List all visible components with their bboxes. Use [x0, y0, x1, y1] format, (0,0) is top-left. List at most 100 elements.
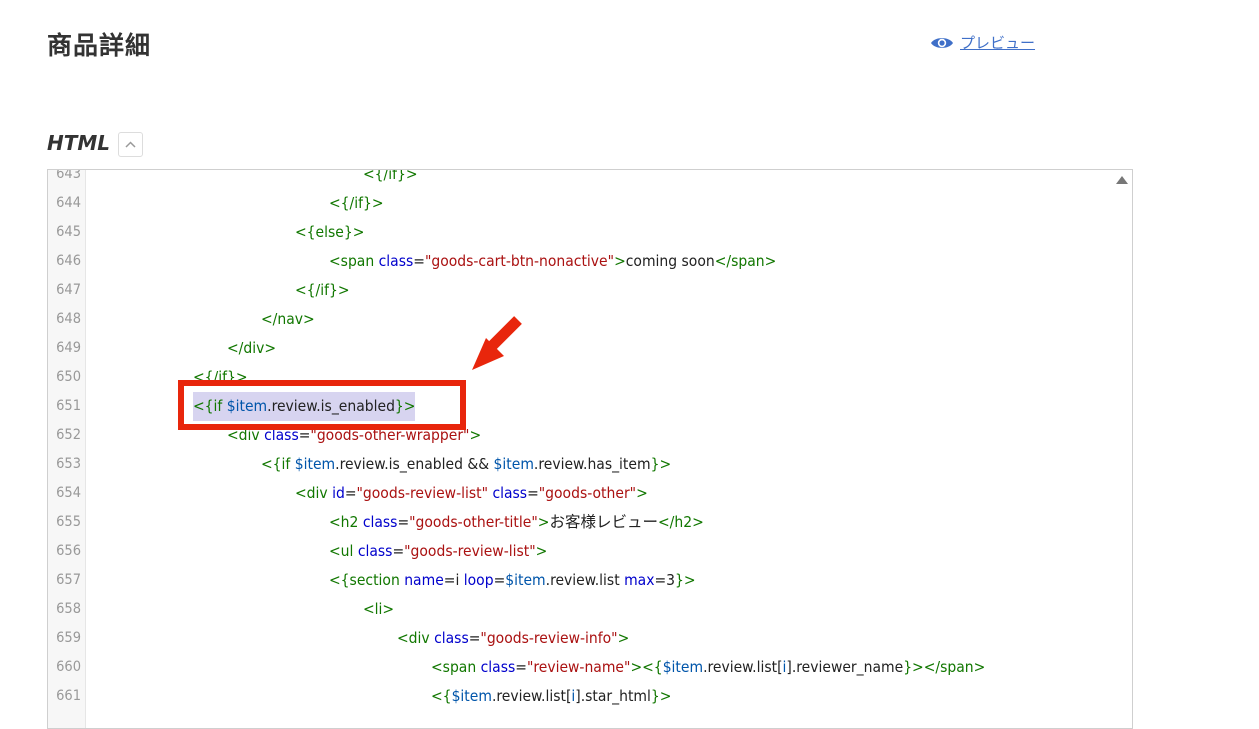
code-token: =	[468, 629, 481, 647]
code-line[interactable]: 656 <ul class="goods-review-list">	[48, 537, 1132, 566]
code-token: class	[434, 629, 469, 647]
code-token: loop	[463, 571, 494, 589]
code-editor[interactable]: 643 <{/if}> 644 <{/if}> 645 <{else}> 646 <span …	[47, 169, 1133, 729]
code-text: <{if $item.review.is_enabled}>	[193, 392, 416, 421]
line-number: 653	[56, 456, 81, 472]
code-token: $item	[226, 397, 268, 415]
code-text: <{/if}>	[363, 169, 418, 189]
section-label: HTML	[47, 131, 111, 155]
code-token: >	[535, 542, 548, 560]
code-token: max	[624, 571, 655, 589]
code-line[interactable]: 647 <{/if}>	[48, 276, 1132, 305]
code-token: id	[332, 484, 345, 502]
code-line[interactable]: 651 <{if $item.review.is_enabled}>	[48, 392, 1132, 421]
code-token: class	[357, 542, 393, 560]
code-token: class	[378, 252, 414, 270]
code-token: coming soon	[625, 252, 715, 270]
line-number: 651	[56, 398, 81, 414]
code-token: <{	[431, 687, 452, 705]
code-line[interactable]: 653 <{if $item.review.is_enabled && $item…	[48, 450, 1132, 479]
code-line[interactable]: 659 <div class="goods-review-info">	[48, 624, 1132, 653]
code-token: <ul	[329, 542, 358, 560]
code-line[interactable]: 655 <h2 class="goods-other-title">お客様レビュー…	[48, 508, 1132, 537]
code-token: =	[344, 484, 357, 502]
line-number: 660	[56, 659, 81, 675]
code-token: <{/if}>	[329, 194, 384, 212]
code-token: "goods-other"	[538, 484, 637, 502]
code-token: >	[537, 513, 550, 531]
code-line[interactable]: 643 <{/if}>	[48, 169, 1132, 189]
code-token: >	[617, 629, 630, 647]
code-token: class	[362, 513, 398, 531]
line-number: 657	[56, 572, 81, 588]
line-number: 652	[56, 427, 81, 443]
line-number: 648	[56, 311, 81, 327]
code-token: =	[527, 484, 539, 502]
code-token: class	[480, 658, 516, 676]
code-token: <h2	[329, 513, 363, 531]
code-token: >	[630, 658, 643, 676]
code-token: "goods-review-list"	[356, 484, 489, 502]
collapse-button[interactable]	[118, 132, 143, 157]
code-token: お客様レビュー	[549, 513, 658, 531]
scroll-up-arrow-icon[interactable]	[1116, 176, 1128, 184]
code-text: <{if $item.review.is_enabled && $item.re…	[261, 450, 671, 479]
preview-link[interactable]: プレビュー	[930, 32, 1035, 53]
code-token: </h2>	[657, 513, 704, 531]
line-number: 649	[56, 340, 81, 356]
code-token: }>	[675, 571, 696, 589]
code-line[interactable]: 654 <div id="goods-review-list" class="go…	[48, 479, 1132, 508]
code-line[interactable]: 657 <{section name=i loop=$item.review.li…	[48, 566, 1132, 595]
code-token: ].reviewer_name	[786, 658, 904, 676]
code-text: <{/if}>	[193, 363, 248, 392]
code-text: <div class="goods-other-wrapper">	[227, 421, 481, 450]
code-token: =	[493, 571, 506, 589]
code-line[interactable]: 650 <{/if}>	[48, 363, 1132, 392]
code-line[interactable]: 652 <div class="goods-other-wrapper">	[48, 421, 1132, 450]
code-token: <{if	[261, 455, 295, 473]
code-token: <div	[227, 426, 265, 444]
code-token: "review-name"	[526, 658, 631, 676]
code-line[interactable]: 646 <span class="goods-cart-btn-nonactive…	[48, 247, 1132, 276]
code-token: "goods-review-list"	[404, 542, 536, 560]
code-line[interactable]: 649 </div>	[48, 334, 1132, 363]
code-token: >	[636, 484, 648, 502]
line-number: 645	[56, 224, 81, 240]
code-token: =3	[654, 571, 676, 589]
line-number: 658	[56, 601, 81, 617]
code-token: =	[397, 513, 410, 531]
code-token: </span>	[714, 252, 777, 270]
code-text: <span class="review-name"><{$item.review…	[431, 653, 985, 682]
code-token: <span	[329, 252, 379, 270]
code-line[interactable]: 648 </nav>	[48, 305, 1132, 334]
line-number: 644	[56, 195, 81, 211]
code-token: <li>	[363, 600, 395, 618]
code-line[interactable]: 645 <{else}>	[48, 218, 1132, 247]
code-line[interactable]: 660 <span class="review-name"><{$item.rev…	[48, 653, 1132, 682]
code-token: "goods-other-title"	[409, 513, 538, 531]
code-token: "goods-other-wrapper"	[310, 426, 470, 444]
callout-arrow-icon	[472, 316, 522, 370]
code-line[interactable]: 658 <li>	[48, 595, 1132, 624]
code-text: </div>	[227, 334, 276, 363]
code-text: <h2 class="goods-other-title">お客様レビュー</h…	[329, 508, 704, 537]
code-text: <{else}>	[295, 218, 364, 247]
code-text: </nav>	[261, 305, 315, 334]
code-line[interactable]: 644 <{/if}>	[48, 189, 1132, 218]
code-token: =	[298, 426, 311, 444]
code-token: </div>	[227, 339, 277, 357]
chevron-up-icon	[125, 141, 136, 148]
code-line[interactable]: 661 <{$item.review.list[i].star_html}>	[48, 682, 1132, 711]
code-token: }>	[394, 397, 416, 415]
code-token: }>	[650, 455, 672, 473]
code-text: <{/if}>	[329, 189, 384, 218]
code-token: <{/if}>	[363, 169, 418, 183]
code-text: <ul class="goods-review-list">	[329, 537, 547, 566]
code-token: <{/if}>	[193, 368, 248, 386]
code-token: class	[492, 484, 528, 502]
code-text: <{/if}>	[295, 276, 350, 305]
code-token: =i	[443, 571, 464, 589]
code-token: =	[392, 542, 405, 560]
code-token: >	[469, 426, 482, 444]
code-token: .review.is_enabled	[267, 397, 395, 415]
